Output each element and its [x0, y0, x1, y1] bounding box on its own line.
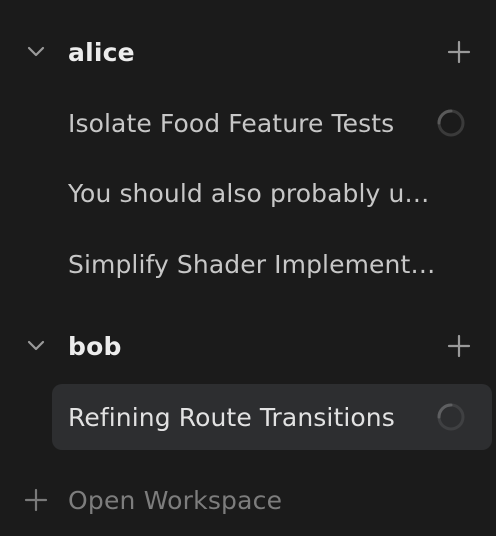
- plus-icon[interactable]: [446, 39, 472, 65]
- session-item[interactable]: You should also probably u…: [52, 160, 492, 226]
- group-name-alice: alice: [68, 37, 135, 67]
- chevron-down-icon[interactable]: [25, 41, 47, 63]
- group-header-bob[interactable]: bob: [0, 324, 496, 368]
- workspace-sidebar: alice Isolate Food Feature Tests You sho…: [0, 0, 496, 536]
- group-name-bob: bob: [68, 331, 122, 361]
- session-item[interactable]: Isolate Food Feature Tests: [52, 90, 492, 156]
- loading-spinner-icon: [437, 109, 465, 137]
- group-header-alice[interactable]: alice: [0, 30, 496, 74]
- session-item-label: Isolate Food Feature Tests: [68, 108, 395, 138]
- chevron-down-icon[interactable]: [25, 335, 47, 357]
- session-item-label: You should also probably u…: [68, 178, 430, 208]
- session-item-selected[interactable]: Refining Route Transitions: [52, 384, 492, 450]
- open-workspace-button[interactable]: Open Workspace: [0, 478, 496, 522]
- open-workspace-label: Open Workspace: [68, 485, 283, 515]
- session-item-label: Refining Route Transitions: [68, 402, 395, 432]
- session-item-label: Simplify Shader Implement…: [68, 249, 436, 279]
- plus-icon: [24, 488, 48, 512]
- plus-icon[interactable]: [446, 333, 472, 359]
- session-item[interactable]: Simplify Shader Implement…: [52, 231, 492, 297]
- loading-spinner-icon: [437, 403, 465, 431]
